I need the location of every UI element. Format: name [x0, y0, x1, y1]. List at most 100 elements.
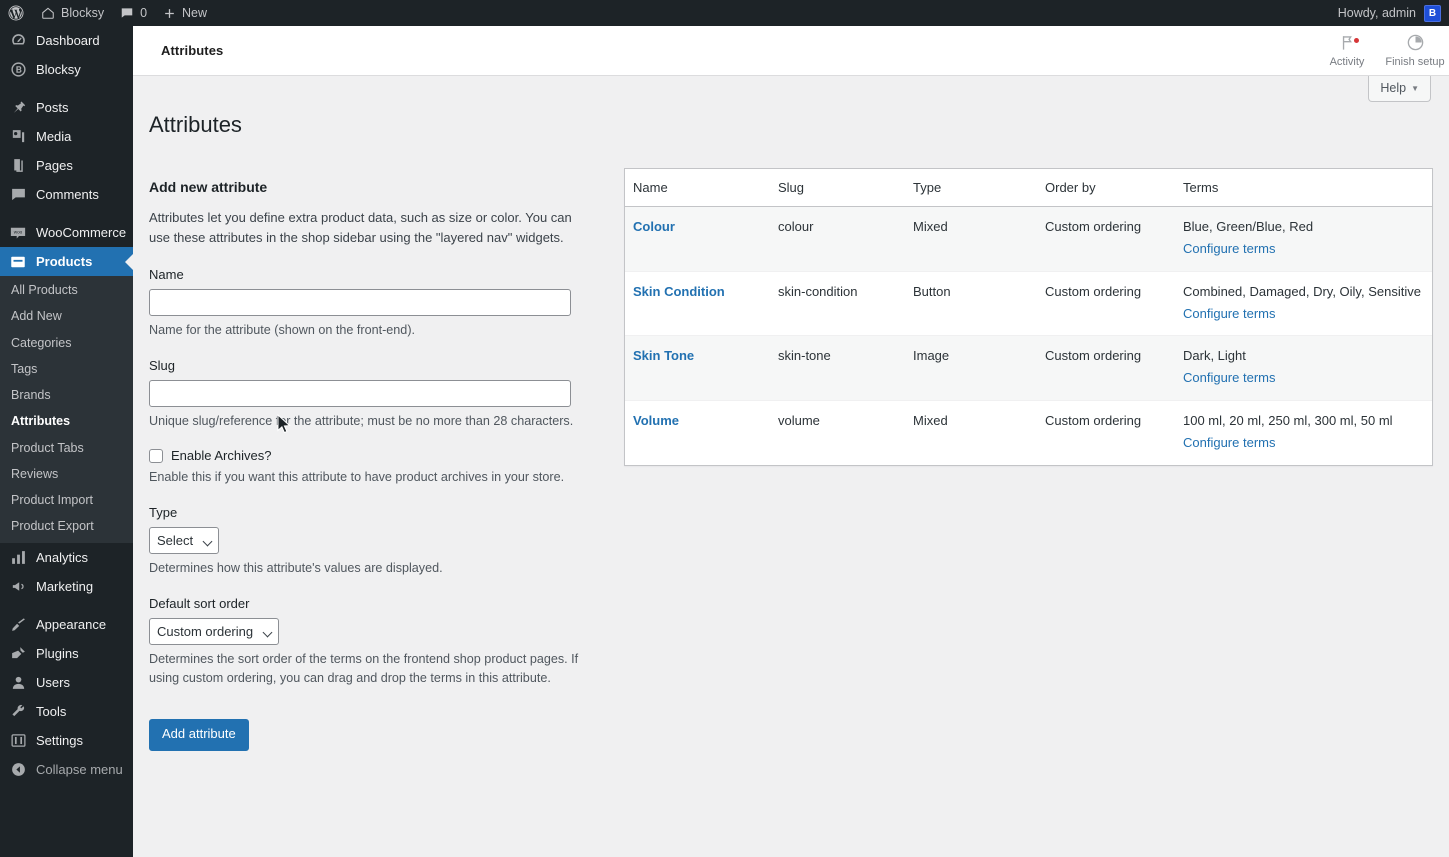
sidebar-item-pages[interactable]: Pages — [0, 151, 133, 180]
column-header-slug: Slug — [770, 169, 905, 208]
activity-label: Activity — [1329, 56, 1365, 68]
sidebar-item-label: Products — [36, 254, 93, 269]
submenu-item-brands[interactable]: Brands — [0, 382, 133, 408]
sidebar-item-media[interactable]: Media — [0, 122, 133, 151]
submenu-item-tags[interactable]: Tags — [0, 356, 133, 382]
cell-name: Volume — [625, 401, 770, 465]
attribute-name-link[interactable]: Colour — [633, 219, 675, 234]
sidebar-separator — [0, 601, 133, 610]
site-name-menu[interactable]: Blocksy — [33, 0, 112, 26]
submenu-item-add-new[interactable]: Add New — [0, 303, 133, 329]
sidebar-item-label: Collapse menu — [36, 761, 123, 777]
table-row: Skin Condition skin-condition Button Custom… — [625, 272, 1432, 337]
wordpress-logo-icon — [7, 4, 25, 22]
sidebar-item-label: Dashboard — [36, 33, 100, 48]
configure-terms-link[interactable]: Configure terms — [1183, 434, 1275, 453]
configure-terms-link[interactable]: Configure terms — [1183, 305, 1275, 324]
table-row: Volume volume Mixed Custom ordering 100 ml, … — [625, 401, 1432, 465]
activity-panel-button[interactable]: Activity — [1313, 26, 1381, 76]
sidebar-item-woocommerce[interactable]: woo WooCommerce — [0, 218, 133, 247]
help-tab-button[interactable]: Help ▼ — [1368, 76, 1431, 102]
sidebar-separator — [0, 209, 133, 218]
sidebar-item-marketing[interactable]: Marketing — [0, 572, 133, 601]
attribute-name-link[interactable]: Skin Condition — [633, 284, 725, 299]
cell-name: Skin Tone — [625, 336, 770, 402]
attribute-name-link[interactable]: Volume — [633, 413, 679, 428]
plus-icon — [163, 7, 176, 20]
sidebar-item-appearance[interactable]: Appearance — [0, 610, 133, 639]
table-header-row: Name Slug Type Order by Terms — [625, 169, 1432, 208]
name-field-label: Name — [149, 266, 184, 282]
enable-archives-hint: Enable this if you want this attribute t… — [149, 470, 565, 485]
enable-archives-row: Enable Archives? — [149, 448, 604, 463]
sidebar-item-users[interactable]: Users — [0, 668, 133, 697]
slug-field-hint: Unique slug/reference for the attribute;… — [149, 414, 574, 429]
flag-icon — [1338, 33, 1357, 55]
default-sort-order-select[interactable]: Custom ordering — [149, 618, 279, 646]
account-menu[interactable]: Howdy, admin B — [1337, 4, 1449, 22]
pin-icon — [7, 98, 29, 118]
attribute-type-select[interactable]: Select — [149, 527, 219, 555]
cell-type: Mixed — [913, 413, 948, 429]
enable-archives-label[interactable]: Enable Archives? — [171, 448, 271, 463]
comments-menu[interactable]: 0 — [112, 0, 155, 26]
submenu-item-product-import[interactable]: Product Import — [0, 487, 133, 513]
submenu-item-product-tabs[interactable]: Product Tabs — [0, 435, 133, 461]
help-tab-container: Help ▼ — [1368, 76, 1431, 102]
sidebar-item-label: Tools — [36, 703, 67, 719]
sort-order-field-label: Default sort order — [149, 596, 250, 612]
attribute-name-input[interactable] — [149, 289, 571, 317]
terms-list: 100 ml, 20 ml, 250 ml, 300 ml, 50 ml — [1183, 413, 1393, 429]
enable-archives-checkbox[interactable] — [149, 448, 163, 463]
avatar: B — [1424, 4, 1441, 22]
sort-order-select-wrapper: Custom ordering — [149, 618, 279, 646]
column-header-type: Type — [905, 169, 1037, 208]
sidebar-item-settings[interactable]: Settings — [0, 726, 133, 755]
cell-terms: Blue, Green/Blue, Red Configure terms — [1175, 207, 1432, 272]
submenu-item-attributes[interactable]: Attributes — [0, 408, 133, 434]
sidebar-item-products[interactable]: Products — [0, 247, 133, 276]
blocksy-logo-icon — [7, 60, 29, 80]
column-header-order-by: Order by — [1037, 169, 1175, 208]
collapse-arrow-icon — [7, 759, 29, 779]
comment-bubble-icon — [120, 6, 134, 20]
sidebar-item-label: Pages — [36, 158, 73, 173]
products-box-icon — [7, 252, 29, 272]
comments-count: 0 — [140, 6, 148, 20]
table-body: Colour colour Mixed Custom ordering Blue, Gr… — [625, 207, 1432, 465]
sidebar-item-analytics[interactable]: Analytics — [0, 543, 133, 572]
sidebar-separator — [0, 84, 133, 93]
paintbrush-icon — [7, 614, 29, 634]
pie-progress-icon — [1406, 33, 1425, 55]
sidebar-item-blocksy[interactable]: Blocksy — [0, 55, 133, 84]
new-content-menu[interactable]: New — [155, 0, 215, 26]
submenu-item-all-products[interactable]: All Products — [0, 277, 133, 303]
attribute-slug-input[interactable] — [149, 380, 571, 408]
slug-field-label: Slug — [149, 358, 176, 374]
sidebar-item-posts[interactable]: Posts — [0, 93, 133, 122]
cell-type: Button — [905, 272, 1037, 337]
products-submenu: All Products Add New Categories Tags Bra… — [0, 276, 133, 543]
type-select-wrapper: Select — [149, 527, 219, 555]
sidebar-item-plugins[interactable]: Plugins — [0, 639, 133, 668]
add-attribute-button[interactable]: Add attribute — [149, 719, 249, 751]
submenu-item-categories[interactable]: Categories — [0, 330, 133, 356]
howdy-label: Howdy, admin — [1337, 6, 1416, 20]
sidebar-item-label: Posts — [36, 100, 69, 115]
cell-slug: skin-condition — [770, 272, 905, 337]
finish-setup-button[interactable]: Finish setup — [1381, 26, 1449, 76]
submenu-item-reviews[interactable]: Reviews — [0, 461, 133, 487]
sidebar-item-label: Marketing — [36, 578, 94, 594]
submenu-item-product-export[interactable]: Product Export — [0, 513, 133, 539]
sidebar-item-collapse-menu[interactable]: Collapse menu — [0, 755, 133, 784]
configure-terms-link[interactable]: Configure terms — [1183, 240, 1275, 259]
sidebar-item-tools[interactable]: Tools — [0, 697, 133, 726]
wordpress-logo-menu[interactable] — [0, 0, 33, 26]
configure-terms-link[interactable]: Configure terms — [1183, 369, 1275, 388]
comment-bubble-icon — [7, 185, 29, 205]
cell-slug: skin-tone — [770, 336, 905, 402]
sidebar-item-dashboard[interactable]: Dashboard — [0, 26, 133, 55]
sidebar-item-comments[interactable]: Comments — [0, 180, 133, 209]
sidebar-item-label: WooCommerce — [36, 225, 127, 240]
attribute-name-link[interactable]: Skin Tone — [633, 348, 694, 363]
